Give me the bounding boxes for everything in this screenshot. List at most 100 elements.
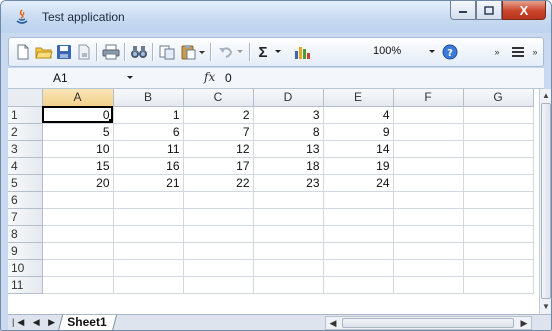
function-icon[interactable]: fx xyxy=(204,70,215,84)
cell[interactable] xyxy=(463,157,534,175)
cell[interactable]: 19 xyxy=(323,157,394,175)
cell[interactable] xyxy=(42,259,114,277)
formula-input[interactable]: 0 xyxy=(225,71,232,85)
cell[interactable]: 7 xyxy=(183,123,254,141)
vertical-scrollbar[interactable]: ▲ ▼ xyxy=(539,89,551,314)
select-all-corner[interactable] xyxy=(8,89,43,107)
cell[interactable]: 16 xyxy=(113,157,184,175)
vertical-scroll-thumb[interactable] xyxy=(541,103,551,299)
cell[interactable] xyxy=(113,191,184,209)
row-header[interactable]: 3 xyxy=(8,140,43,158)
row-header[interactable]: 4 xyxy=(8,157,43,175)
cell[interactable] xyxy=(463,276,534,294)
cell[interactable] xyxy=(253,242,324,260)
cell[interactable]: 1 xyxy=(113,106,184,124)
cell[interactable]: 14 xyxy=(323,140,394,158)
scroll-left-button[interactable]: ◀ xyxy=(326,317,340,329)
scroll-down-button[interactable]: ▼ xyxy=(540,300,551,313)
cell[interactable] xyxy=(323,242,394,260)
cell[interactable] xyxy=(253,225,324,243)
chart-button[interactable] xyxy=(292,42,312,62)
column-header-g[interactable]: G xyxy=(463,89,534,107)
cell[interactable] xyxy=(113,276,184,294)
close-button[interactable]: X xyxy=(502,1,546,20)
cell[interactable]: 6 xyxy=(113,123,184,141)
cell[interactable] xyxy=(463,191,534,209)
permission-button[interactable] xyxy=(75,42,93,62)
row-header[interactable]: 6 xyxy=(8,191,43,209)
align-button[interactable] xyxy=(509,42,527,62)
cell[interactable] xyxy=(393,191,464,209)
cell[interactable] xyxy=(463,259,534,277)
toolbar-overflow-button[interactable]: » xyxy=(493,42,501,62)
cell[interactable] xyxy=(323,259,394,277)
maximize-button[interactable] xyxy=(476,1,502,20)
sheet-tab-sheet1[interactable]: Sheet1 xyxy=(57,315,118,330)
cell[interactable] xyxy=(323,208,394,226)
cell[interactable]: 23 xyxy=(253,174,324,192)
new-button[interactable] xyxy=(14,42,32,62)
cell[interactable] xyxy=(393,174,464,192)
cell[interactable]: 8 xyxy=(253,123,324,141)
cell[interactable] xyxy=(393,140,464,158)
cell[interactable] xyxy=(393,225,464,243)
row-header[interactable]: 10 xyxy=(8,259,43,277)
cell[interactable]: 13 xyxy=(253,140,324,158)
cell[interactable] xyxy=(113,208,184,226)
help-button[interactable]: ? xyxy=(441,42,459,62)
cell[interactable]: 11 xyxy=(113,140,184,158)
paste-button[interactable] xyxy=(179,42,207,62)
column-header-e[interactable]: E xyxy=(323,89,394,107)
cell[interactable] xyxy=(393,259,464,277)
column-header-b[interactable]: B xyxy=(113,89,184,107)
cell[interactable] xyxy=(113,242,184,260)
open-button[interactable] xyxy=(34,42,54,62)
cell[interactable] xyxy=(393,106,464,124)
save-button[interactable] xyxy=(55,42,73,62)
chevron-down-icon[interactable] xyxy=(126,75,134,81)
horizontal-scroll-thumb[interactable] xyxy=(342,318,514,328)
cell[interactable]: 22 xyxy=(183,174,254,192)
row-header[interactable]: 1 xyxy=(8,106,43,124)
cell[interactable] xyxy=(42,225,114,243)
cell[interactable] xyxy=(463,123,534,141)
cell[interactable] xyxy=(253,191,324,209)
cell[interactable] xyxy=(393,242,464,260)
title-bar[interactable]: Test application X xyxy=(1,1,551,33)
cell[interactable] xyxy=(393,123,464,141)
cell[interactable]: 2 xyxy=(183,106,254,124)
undo-dropdown[interactable] xyxy=(235,42,245,62)
zoom-dropdown[interactable] xyxy=(427,42,437,62)
horizontal-scrollbar[interactable]: ◀ ▶ xyxy=(325,316,532,330)
cell[interactable]: 18 xyxy=(253,157,324,175)
cell[interactable] xyxy=(183,225,254,243)
cell[interactable] xyxy=(463,174,534,192)
cell[interactable]: 9 xyxy=(323,123,394,141)
cell[interactable] xyxy=(323,191,394,209)
cell[interactable] xyxy=(323,276,394,294)
autosum-dropdown[interactable] xyxy=(273,42,283,62)
cell[interactable] xyxy=(253,208,324,226)
cell[interactable]: 5 xyxy=(42,123,114,141)
find-button[interactable] xyxy=(129,42,149,62)
row-header[interactable]: 9 xyxy=(8,242,43,260)
cell[interactable] xyxy=(183,259,254,277)
cell[interactable]: 24 xyxy=(323,174,394,192)
cell[interactable]: 12 xyxy=(183,140,254,158)
cell[interactable] xyxy=(183,242,254,260)
scroll-right-button[interactable]: ▶ xyxy=(517,317,531,329)
zoom-level[interactable]: 100% xyxy=(373,45,401,57)
cell[interactable] xyxy=(183,208,254,226)
cell[interactable] xyxy=(463,140,534,158)
cell[interactable] xyxy=(463,106,534,124)
cell[interactable] xyxy=(183,276,254,294)
cell[interactable] xyxy=(113,259,184,277)
cell[interactable] xyxy=(42,208,114,226)
selected-cell[interactable]: 0 xyxy=(42,106,114,124)
undo-button[interactable] xyxy=(216,42,236,62)
row-header[interactable]: 7 xyxy=(8,208,43,226)
scroll-up-button[interactable]: ▲ xyxy=(540,89,551,102)
toolbar-overflow-button-2[interactable]: » xyxy=(531,42,539,62)
copy-button[interactable] xyxy=(157,42,177,62)
column-header-a[interactable]: A xyxy=(42,89,114,107)
